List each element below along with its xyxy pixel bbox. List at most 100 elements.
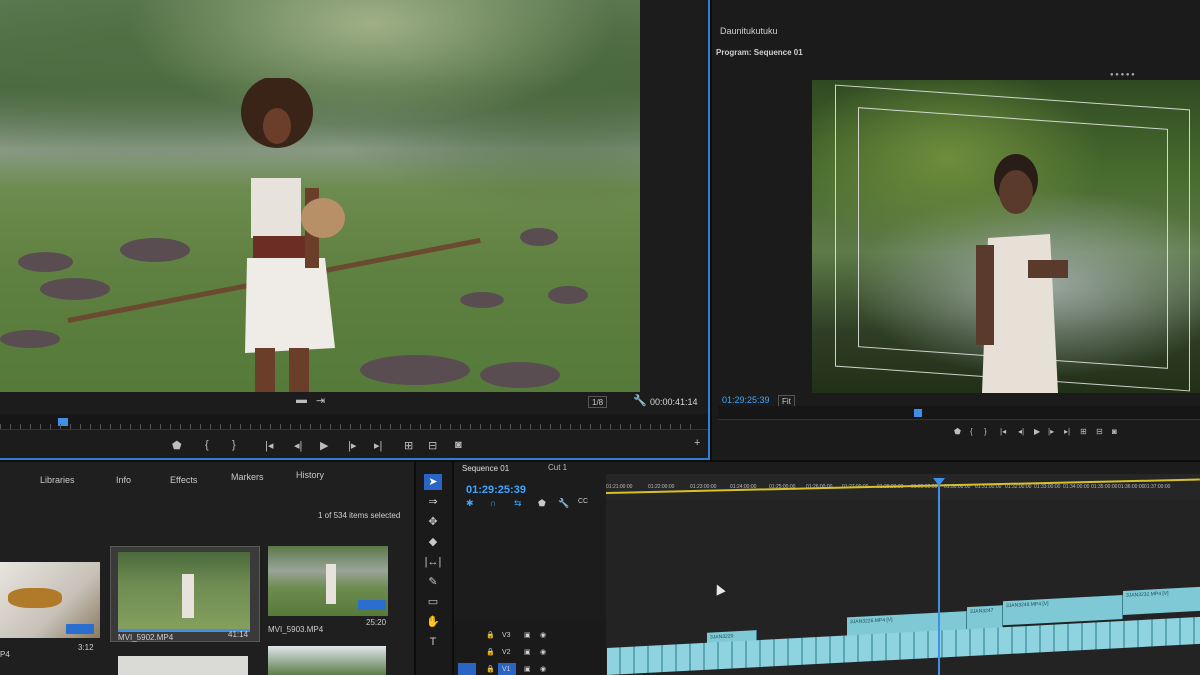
track-header-v2[interactable]: 🔒 V2 ▣ ◉: [454, 645, 606, 661]
add-marker-icon[interactable]: ⬟: [172, 439, 182, 452]
ruler-tick: [400, 424, 401, 429]
source-monitor-video-frame[interactable]: [0, 0, 640, 392]
mark-in-icon[interactable]: {: [205, 439, 209, 451]
go-to-out-icon[interactable]: ▸|: [1064, 427, 1070, 436]
extract-icon[interactable]: ⊟: [1096, 427, 1103, 436]
ruler-tick: [630, 424, 631, 429]
clip-label: 3JAN3220: [710, 633, 734, 641]
timeline-clip[interactable]: 3JAN3232.MP4 [V]: [1123, 586, 1200, 615]
tab-program-monitor[interactable]: Program: Sequence 01: [716, 48, 803, 57]
sync-icon[interactable]: ▣: [524, 631, 531, 639]
camera-icon[interactable]: ◙: [455, 439, 462, 451]
ruler-tick: [650, 424, 651, 429]
clip-thumbnail[interactable]: [118, 656, 248, 675]
go-to-out-icon[interactable]: ▸|: [374, 439, 382, 452]
add-marker-icon[interactable]: ⬟: [954, 427, 961, 436]
step-forward-icon[interactable]: |▸: [348, 439, 356, 452]
program-time-ruler[interactable]: [718, 406, 1200, 420]
tab-history[interactable]: History: [296, 470, 324, 480]
track-select-icon[interactable]: ⇒: [424, 494, 442, 510]
wrench-icon[interactable]: 🔧: [633, 394, 647, 407]
tab-libraries[interactable]: Libraries: [40, 475, 75, 485]
go-to-in-icon[interactable]: |◂: [265, 439, 273, 452]
play-icon[interactable]: ▶: [1034, 427, 1040, 436]
ruler-tick: [190, 424, 191, 429]
program-playhead[interactable]: [914, 409, 922, 417]
add-marker-icon[interactable]: ⬟: [538, 498, 546, 509]
ruler-tick-label: 01:21:00:00: [606, 484, 633, 490]
drag-video-icon[interactable]: ⇥: [316, 394, 325, 407]
ruler-tick-label: 01:22:00:00: [648, 484, 675, 490]
eye-icon[interactable]: ◉: [540, 631, 546, 639]
linked-selection-icon[interactable]: ⇆: [514, 498, 522, 509]
pen-tool-icon[interactable]: ✎: [424, 574, 442, 590]
clip-name-label: MVI_5902.MP4: [118, 633, 174, 642]
tab-info[interactable]: Info: [116, 475, 131, 485]
step-back-icon[interactable]: ◂|: [294, 439, 302, 452]
clip-type-badge: [66, 624, 94, 634]
source-timecode[interactable]: 00:00:41:14: [650, 397, 698, 407]
ripple-edit-icon[interactable]: ✥: [424, 514, 442, 530]
nest-icon[interactable]: ✱: [466, 498, 474, 509]
marker-icon[interactable]: ▬: [296, 394, 307, 406]
mark-out-icon[interactable]: }: [984, 427, 987, 436]
track-header-v1[interactable]: 🔒 V1 ▣ ◉: [454, 662, 606, 675]
zoom-dropdown[interactable]: 1/8: [588, 396, 608, 408]
ruler-tick: [360, 424, 361, 429]
ruler-tick-label: 01:37:00:00: [1144, 484, 1171, 490]
timeline-playhead[interactable]: [938, 478, 940, 675]
sync-icon[interactable]: ▣: [524, 665, 531, 673]
overwrite-icon[interactable]: ⊟: [428, 439, 437, 452]
step-forward-icon[interactable]: |▸: [1048, 427, 1054, 436]
camera-icon[interactable]: ◙: [1112, 427, 1117, 436]
add-button[interactable]: +: [694, 437, 700, 449]
program-timecode[interactable]: 01:29:25:39: [722, 395, 770, 405]
hand-tool-icon[interactable]: ✋: [424, 614, 442, 630]
slip-tool-icon[interactable]: |↔|: [424, 554, 442, 570]
lock-icon[interactable]: 🔒: [486, 665, 495, 673]
lock-icon[interactable]: 🔒: [486, 631, 495, 639]
wrench-icon[interactable]: 🔧: [558, 498, 569, 509]
ruler-tick: [550, 424, 551, 429]
rectangle-tool-icon[interactable]: ▭: [424, 594, 442, 610]
track-header-v3[interactable]: 🔒 V3 ▣ ◉: [454, 628, 606, 644]
source-patch-v1[interactable]: [458, 663, 476, 675]
tray-icon[interactable]: ● ● ● ● ●: [1110, 72, 1135, 78]
razor-icon[interactable]: ◆: [424, 534, 442, 550]
ruler-tick: [220, 424, 221, 429]
captions-icon[interactable]: CC: [578, 498, 588, 505]
tab-markers[interactable]: Markers: [231, 472, 264, 482]
timeline-clip[interactable]: 3JAN3248.MP4 [V]: [1003, 594, 1123, 626]
track-name: V1: [502, 666, 511, 673]
insert-icon[interactable]: ⊞: [404, 439, 413, 452]
mark-in-icon[interactable]: {: [970, 427, 973, 436]
mark-out-icon[interactable]: }: [232, 439, 236, 451]
ruler-tick: [160, 424, 161, 429]
sync-icon[interactable]: ▣: [524, 648, 531, 656]
ruler-tick: [480, 424, 481, 429]
go-to-in-icon[interactable]: |◂: [1000, 427, 1006, 436]
clip-thumbnail[interactable]: [268, 646, 386, 675]
snap-icon[interactable]: ∩: [490, 498, 496, 508]
type-tool-icon[interactable]: T: [424, 634, 442, 650]
source-time-ruler[interactable]: [0, 414, 708, 430]
ruler-tick: [250, 424, 251, 429]
play-icon[interactable]: ▶: [320, 439, 328, 452]
timeline-timecode[interactable]: 01:29:25:39: [466, 484, 526, 496]
clip-thumbnail[interactable]: [118, 552, 250, 632]
clip-duration: 25:20: [366, 618, 387, 627]
eye-icon[interactable]: ◉: [540, 665, 546, 673]
ruler-tick: [10, 424, 11, 429]
tab-sequence-01[interactable]: Sequence 01: [462, 464, 509, 473]
lift-icon[interactable]: ⊞: [1080, 427, 1087, 436]
selection-tool-icon[interactable]: ➤: [424, 474, 442, 490]
clip-thumbnail[interactable]: [268, 546, 388, 616]
lock-icon[interactable]: 🔒: [486, 648, 495, 656]
clip-thumbnail[interactable]: [0, 562, 100, 638]
tab-cut-1[interactable]: Cut 1: [548, 463, 567, 472]
ruler-tick: [380, 424, 381, 429]
step-back-icon[interactable]: ◂|: [1018, 427, 1024, 436]
tab-effects[interactable]: Effects: [170, 475, 197, 485]
ruler-tick: [230, 424, 231, 429]
eye-icon[interactable]: ◉: [540, 648, 546, 656]
